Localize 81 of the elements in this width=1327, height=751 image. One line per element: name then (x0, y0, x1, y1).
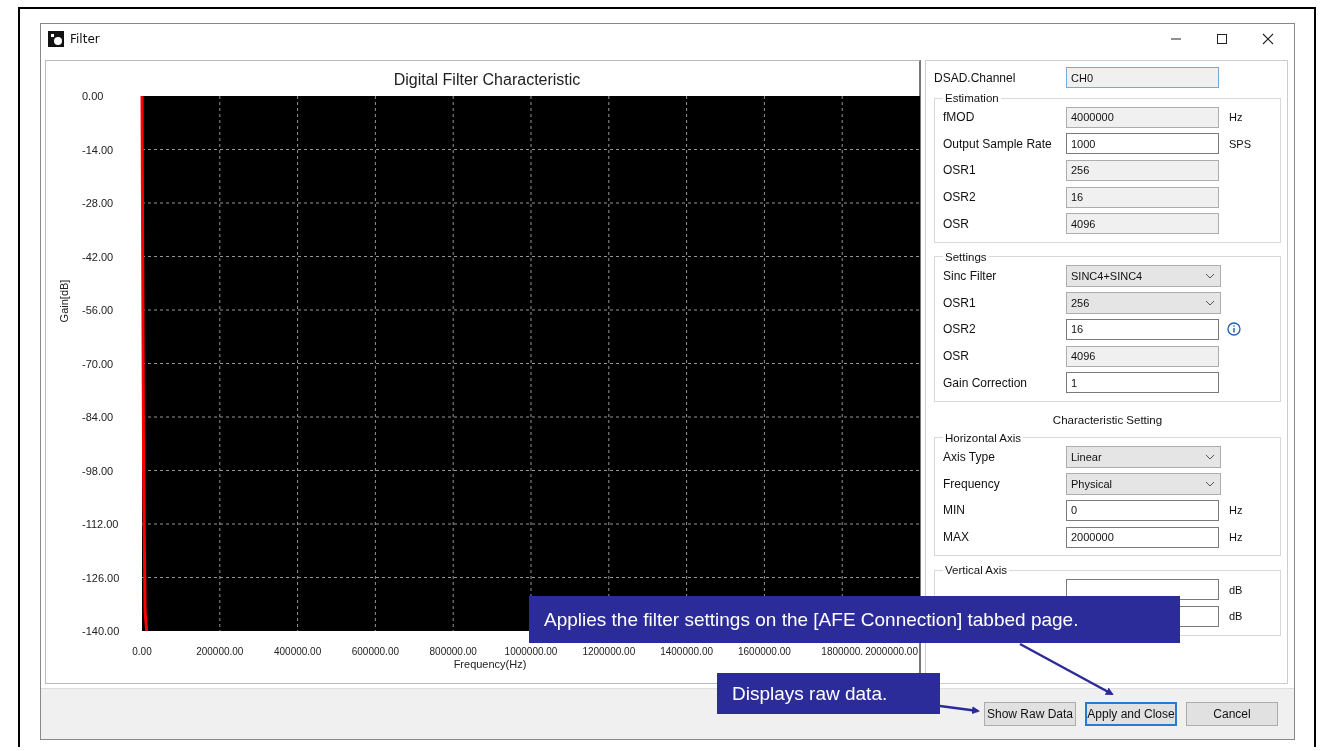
field-label: Gain Correction (943, 375, 1029, 390)
field-label: MAX (943, 530, 970, 544)
x-axis-title: Frequency(Hz) (453, 658, 527, 670)
unit-label: SPS (1229, 137, 1251, 150)
y-tick-label: -28.00 (82, 197, 114, 209)
field-label: OSR2 (943, 190, 977, 205)
field-label: Axis Type (943, 450, 996, 465)
field-label: DSAD.Channel (934, 70, 1017, 85)
group-title: Horizontal Axis (944, 431, 1023, 444)
y-tick-label: -84.00 (82, 411, 114, 423)
y-tick-label: -14.00 (82, 143, 114, 156)
annotation-tooltip: Displays raw data. (717, 673, 940, 714)
field-label: OSR1 (943, 295, 977, 310)
chart-title: Digital Filter Characteristic (393, 71, 581, 88)
x-tick-label: 1200000.00 (582, 646, 636, 657)
close-icon[interactable] (1262, 33, 1274, 45)
window-title: Filter (70, 32, 100, 46)
section-title: Characteristic Setting (1051, 412, 1164, 428)
field-label: OSR2 (943, 322, 977, 337)
dialog-button[interactable]: Show Raw Data (984, 702, 1076, 726)
x-tick-label: 2000000.00 (865, 646, 918, 657)
app-icon (48, 31, 64, 47)
y-tick-label: -98.00 (82, 464, 114, 477)
input-field[interactable]: 1 (1066, 372, 1219, 394)
unit-label: dB (1229, 610, 1243, 623)
field-label: OSR (943, 216, 970, 231)
y-axis-title: Gain[dB] (58, 279, 70, 323)
y-tick-label: -140.00 (82, 625, 120, 637)
input-field[interactable]: 0 (1066, 499, 1219, 521)
x-tick-label: 1800000. (821, 646, 864, 657)
x-tick-label: 400000.00 (273, 646, 322, 657)
chevron-down-icon (1205, 480, 1215, 487)
x-tick-label: 1000000.00 (504, 646, 558, 657)
unit-label: Hz (1229, 111, 1243, 124)
y-tick-label: 0.00 (82, 90, 104, 102)
y-tick-label: -70.00 (82, 357, 114, 370)
field-label: Output Sample Rate (943, 136, 1053, 151)
y-tick-label: -112.00 (82, 518, 119, 530)
x-tick-label: 200000.00 (196, 646, 244, 657)
field-label: Sinc Filter (943, 269, 998, 284)
dropdown[interactable]: Physical (1066, 472, 1221, 495)
field-label: OSR1 (943, 163, 977, 178)
callout-arrow (939, 704, 980, 715)
input-field[interactable]: 16 (1066, 186, 1219, 208)
group-title: Vertical Axis (944, 564, 1008, 577)
y-tick-label: -126.00 (82, 571, 120, 584)
chevron-down-icon (1205, 273, 1215, 280)
unit-label: Hz (1229, 531, 1243, 543)
dropdown[interactable]: 256 (1066, 291, 1221, 314)
chevron-down-icon (1205, 299, 1215, 306)
field-label: OSR (943, 349, 970, 364)
x-tick-label: 1600000.00 (738, 646, 791, 657)
input-field[interactable]: 4096 (1066, 345, 1219, 367)
input-field[interactable]: 4000000 (1066, 106, 1219, 128)
x-tick-label: 0.00 (132, 646, 152, 657)
dialog-button[interactable]: Cancel (1186, 702, 1278, 726)
chevron-down-icon (1205, 454, 1215, 461)
x-tick-label: 1400000.00 (660, 646, 713, 657)
field-label: Frequency (943, 476, 1001, 491)
field-label: MIN (943, 503, 966, 518)
unit-label: dB (1229, 583, 1243, 596)
input-field[interactable]: CH0 (1066, 67, 1219, 88)
maximize-icon[interactable] (1216, 33, 1228, 45)
dropdown[interactable]: Linear (1066, 446, 1221, 469)
y-tick-label: -56.00 (82, 304, 114, 316)
input-field[interactable]: 16 (1066, 318, 1219, 340)
dropdown[interactable]: SINC4+SINC4 (1066, 265, 1221, 288)
x-tick-label: 600000.00 (351, 646, 400, 657)
input-field[interactable]: 1000 (1066, 133, 1219, 155)
input-field[interactable]: 256 (1066, 160, 1219, 181)
group-title: Estimation (944, 92, 1000, 104)
dialog-button[interactable]: Apply and Close (1085, 702, 1177, 726)
unit-label: Hz (1229, 504, 1243, 517)
info-icon[interactable] (1227, 322, 1241, 337)
group-title: Settings (944, 250, 988, 263)
x-tick-label: 800000.00 (429, 646, 477, 657)
input-field[interactable]: 2000000 (1066, 526, 1219, 548)
annotation-tooltip: Applies the filter settings on the [AFE Connection] tabbed page. (529, 596, 1180, 643)
field-label: fMOD (943, 110, 976, 125)
input-field[interactable]: 4096 (1066, 213, 1219, 235)
y-tick-label: -42.00 (82, 250, 114, 263)
